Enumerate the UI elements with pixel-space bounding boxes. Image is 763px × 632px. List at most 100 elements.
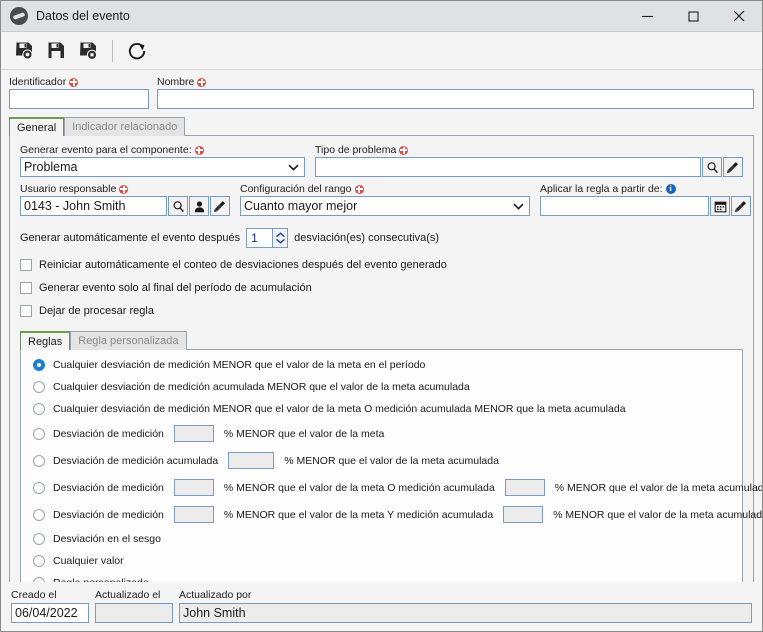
rule-text: Cualquier desviación de medición MENOR q… — [53, 403, 626, 415]
rule-percent-input-a[interactable] — [173, 506, 214, 523]
radio-button[interactable] — [33, 508, 45, 521]
toolbar — [1, 32, 762, 70]
radio-button[interactable] — [33, 381, 45, 393]
radio-button[interactable] — [33, 533, 45, 545]
rule-option-6[interactable]: Desviación de medición % MENOR que el va… — [33, 506, 762, 523]
refresh-icon[interactable] — [122, 37, 152, 65]
required-icon — [69, 77, 79, 87]
checkbox-box[interactable] — [20, 305, 32, 317]
row-usuario-rango-aplicar: Usuario responsable 0143 - John Smith Co… — [20, 183, 751, 216]
actualizado-por-input — [179, 603, 752, 623]
componente-label-text: Generar evento para el componente: — [20, 144, 192, 156]
chevron-down-icon — [288, 160, 299, 174]
rango-select[interactable]: Cuanto mayor mejor — [240, 196, 530, 216]
rule-text: Desviación de medición acumulada — [53, 454, 219, 467]
checkbox-box[interactable] — [20, 259, 32, 271]
componente-select[interactable]: Problema — [20, 157, 305, 177]
rule-text: Cualquier desviación de medición MENOR q… — [53, 359, 426, 371]
rule-text: % MENOR que el valor de la meta acumulad… — [284, 454, 499, 467]
rule-option-4[interactable]: Desviación de medición acumulada % MENOR… — [33, 452, 732, 469]
aplicar-regla-input[interactable] — [540, 196, 709, 216]
rule-text: Cualquier valor — [53, 555, 124, 567]
rule-option-3[interactable]: Desviación de medición % MENOR que el va… — [33, 425, 732, 442]
radio-button[interactable] — [33, 427, 45, 440]
rule-percent-input[interactable] — [228, 452, 275, 469]
usuario-input[interactable] — [20, 196, 167, 216]
rule-text: Desviación en el sesgo — [53, 533, 161, 545]
aplicar-regla-label: Aplicar la regla a partir de: i — [540, 183, 751, 195]
radio-button[interactable] — [33, 555, 45, 567]
rule-percent-input-b[interactable] — [504, 479, 545, 496]
componente-value: Problema — [24, 160, 78, 174]
info-icon[interactable]: i — [665, 184, 676, 194]
rule-text: Cualquier desviación de medición acumula… — [53, 381, 470, 393]
aplicar-regla-label-text: Aplicar la regla a partir de: — [540, 183, 663, 195]
rule-option-9[interactable]: Regla personalizada — [33, 577, 732, 582]
tab-regla-personalizada[interactable]: Regla personalizada — [70, 331, 187, 350]
row-componente-tipo: Generar evento para el componente: Probl… — [20, 144, 743, 177]
calendar-icon[interactable] — [710, 196, 730, 216]
rule-text: % MENOR que el valor de la meta acumulad… — [553, 508, 762, 521]
identificador-input[interactable] — [9, 89, 149, 109]
checkbox-label: Reiniciar automáticamente el conteo de d… — [39, 259, 447, 271]
rule-text: Regla personalizada — [53, 577, 149, 582]
rule-percent-input[interactable] — [173, 425, 214, 442]
required-icon — [119, 184, 129, 194]
rule-option-2[interactable]: Cualquier desviación de medición MENOR q… — [33, 403, 732, 415]
auto-event-prefix: Generar automáticamente el evento despué… — [20, 232, 241, 244]
checkbox-dejar-procesar[interactable]: Dejar de procesar regla — [20, 305, 743, 317]
radio-button[interactable] — [33, 454, 45, 467]
footer-bar: Creado el Actualizado el Actualizado por — [1, 582, 762, 631]
rule-text: % MENOR que el valor de la meta Y medici… — [223, 508, 494, 521]
close-button[interactable] — [716, 1, 762, 32]
broom-icon[interactable] — [210, 196, 230, 216]
person-icon[interactable] — [189, 196, 209, 216]
rule-option-8[interactable]: Cualquier valor — [33, 555, 732, 567]
event-data-window: Datos del evento Identificador Nombre Ge… — [0, 0, 763, 632]
checkbox-label: Dejar de procesar regla — [39, 305, 154, 317]
broom-icon[interactable] — [731, 196, 751, 216]
radio-button[interactable] — [33, 359, 45, 371]
nombre-label-text: Nombre — [157, 76, 195, 88]
identificador-group: Identificador — [9, 76, 149, 109]
save-icon[interactable] — [9, 37, 39, 65]
nombre-input[interactable] — [157, 89, 754, 109]
rule-percent-input-b[interactable] — [503, 506, 544, 523]
save-all-icon[interactable] — [41, 37, 71, 65]
rule-text: Desviación de medición — [53, 427, 164, 440]
tab-general[interactable]: General — [9, 117, 65, 136]
required-icon — [197, 77, 207, 87]
checkbox-final-periodo[interactable]: Generar evento solo al final del período… — [20, 282, 743, 294]
tab-indicador-relacionado[interactable]: Indicador relacionado — [64, 117, 186, 136]
radio-button[interactable] — [33, 577, 45, 582]
toolbar-separator — [112, 39, 113, 62]
minimize-button[interactable] — [624, 1, 670, 32]
identificador-label: Identificador — [9, 76, 149, 88]
maximize-button[interactable] — [670, 1, 716, 32]
main-tabs: General Indicador relacionado — [9, 117, 754, 136]
radio-button[interactable] — [33, 481, 45, 494]
broom-icon[interactable] — [723, 157, 743, 177]
deviation-count-stepper[interactable] — [246, 228, 289, 248]
rule-option-5[interactable]: Desviación de medición % MENOR que el va… — [33, 479, 762, 496]
rule-option-0[interactable]: Cualquier desviación de medición MENOR q… — [33, 359, 732, 371]
stepper-buttons[interactable] — [272, 228, 289, 248]
save-close-icon[interactable] — [73, 37, 103, 65]
chevron-down-icon — [513, 199, 524, 213]
checkbox-reiniciar[interactable]: Reiniciar automáticamente el conteo de d… — [20, 259, 743, 271]
radio-button[interactable] — [33, 403, 45, 415]
search-icon[interactable] — [702, 157, 722, 177]
rule-text: % MENOR que el valor de la meta O medici… — [223, 481, 495, 494]
rule-option-1[interactable]: Cualquier desviación de medición acumula… — [33, 381, 732, 393]
rule-percent-input-a[interactable] — [173, 479, 214, 496]
tab-reglas[interactable]: Reglas — [20, 331, 71, 350]
rango-value: Cuanto mayor mejor — [244, 199, 358, 213]
nombre-group: Nombre — [157, 76, 754, 109]
tipo-problema-input[interactable] — [315, 157, 701, 177]
rule-option-7[interactable]: Desviación en el sesgo — [33, 533, 732, 545]
search-icon[interactable] — [168, 196, 188, 216]
deviation-count-input[interactable] — [246, 228, 273, 248]
checkbox-box[interactable] — [20, 282, 32, 294]
form-body: Identificador Nombre General Indicador r… — [1, 70, 762, 582]
chevron-down-icon — [275, 238, 285, 244]
